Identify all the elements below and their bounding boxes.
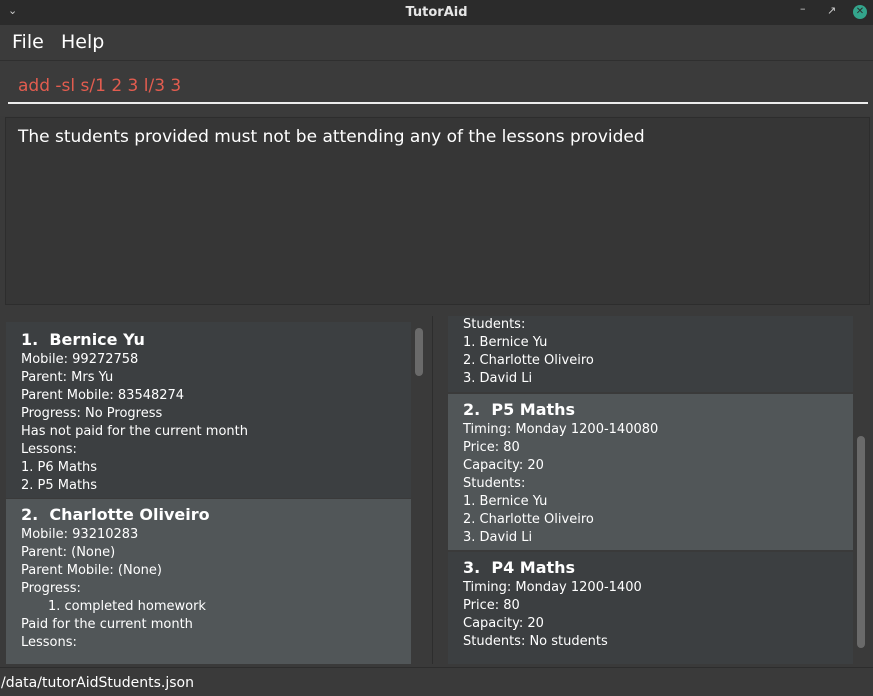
lesson-students-label: Students: bbox=[463, 317, 526, 332]
close-icon[interactable]: ✕ bbox=[853, 5, 867, 19]
student-lessons-label: Lessons: bbox=[21, 635, 77, 650]
lesson-timing: Timing: Monday 1200-1400 bbox=[463, 580, 642, 595]
student-card[interactable]: 2. Charlotte Oliveiro Mobile: 93210283 P… bbox=[6, 499, 411, 664]
menu-bar: File Help bbox=[0, 25, 873, 61]
student-progress: Progress: No Progress bbox=[21, 406, 163, 421]
lesson-student-item: 1. Bernice Yu bbox=[463, 335, 548, 350]
menu-help[interactable]: Help bbox=[61, 31, 104, 53]
student-name: 1. Bernice Yu bbox=[21, 330, 145, 349]
window-title: TutorAid bbox=[405, 5, 468, 20]
student-payment: Has not paid for the current month bbox=[21, 424, 248, 439]
student-parent: Parent: (None) bbox=[21, 545, 116, 560]
lesson-students-label: Students: No students bbox=[463, 634, 608, 649]
lesson-card[interactable]: 2. P5 Maths Timing: Monday 1200-140080 P… bbox=[448, 394, 853, 550]
lesson-student-item: 2. Charlotte Oliveiro bbox=[463, 512, 594, 527]
status-bar: /data/tutorAidStudents.json bbox=[0, 667, 873, 696]
lesson-student-item: 2. Charlotte Oliveiro bbox=[463, 353, 594, 368]
student-lesson-item: 2. P5 Maths bbox=[21, 478, 98, 493]
minimize-icon[interactable]: – bbox=[800, 2, 806, 16]
lesson-list[interactable]: Students: 1. Bernice Yu 2. Charlotte Oli… bbox=[437, 316, 873, 664]
lesson-capacity: Capacity: 20 bbox=[463, 616, 544, 631]
student-lesson-item: 1. P6 Maths bbox=[21, 460, 98, 475]
student-card[interactable]: 1. Bernice Yu Mobile: 99272758 Parent: M… bbox=[6, 322, 411, 498]
restore-icon[interactable]: ↗ bbox=[827, 4, 836, 18]
student-parent: Parent: Mrs Yu bbox=[21, 370, 114, 385]
command-input[interactable]: add -sl s/1 2 3 l/3 3 bbox=[8, 69, 868, 104]
lesson-students-label: Students: bbox=[463, 476, 526, 491]
lesson-name: 2. P5 Maths bbox=[463, 400, 576, 419]
student-progress-item: 1. completed homework bbox=[48, 599, 206, 614]
student-list[interactable]: 1. Bernice Yu Mobile: 99272758 Parent: M… bbox=[0, 316, 433, 664]
save-location: /data/tutorAidStudents.json bbox=[1, 675, 194, 691]
lesson-card[interactable]: 3. P4 Maths Timing: Monday 1200-1400 Pri… bbox=[448, 552, 853, 664]
student-progress: Progress: bbox=[21, 581, 81, 596]
student-mobile: Mobile: 99272758 bbox=[21, 352, 139, 367]
lesson-student-item: 3. David Li bbox=[463, 530, 533, 545]
lesson-list-scrollbar[interactable] bbox=[857, 436, 865, 648]
lesson-timing: Timing: Monday 1200-140080 bbox=[463, 422, 659, 437]
student-parent-mobile: Parent Mobile: 83548274 bbox=[21, 388, 185, 403]
student-payment: Paid for the current month bbox=[21, 617, 193, 632]
student-name: 2. Charlotte Oliveiro bbox=[21, 505, 210, 524]
menu-file[interactable]: File bbox=[12, 31, 44, 53]
command-box: add -sl s/1 2 3 l/3 3 bbox=[0, 61, 873, 116]
lesson-card[interactable]: Students: 1. Bernice Yu 2. Charlotte Oli… bbox=[448, 316, 853, 392]
lesson-price: Price: 80 bbox=[463, 598, 520, 613]
lesson-price: Price: 80 bbox=[463, 440, 520, 455]
title-bar: ⌄ TutorAid – ↗ ✕ bbox=[0, 0, 873, 25]
student-lessons-label: Lessons: bbox=[21, 442, 77, 457]
lesson-capacity: Capacity: 20 bbox=[463, 458, 544, 473]
student-parent-mobile: Parent Mobile: (None) bbox=[21, 563, 162, 578]
command-text: add -sl s/1 2 3 l/3 3 bbox=[18, 76, 182, 96]
student-mobile: Mobile: 93210283 bbox=[21, 527, 139, 542]
student-list-scrollbar[interactable] bbox=[415, 328, 423, 376]
result-display[interactable]: The students provided must not be attend… bbox=[5, 117, 870, 305]
result-message: The students provided must not be attend… bbox=[18, 127, 645, 147]
lesson-name: 3. P4 Maths bbox=[463, 558, 576, 577]
lesson-student-item: 3. David Li bbox=[463, 371, 533, 386]
lesson-student-item: 1. Bernice Yu bbox=[463, 494, 548, 509]
